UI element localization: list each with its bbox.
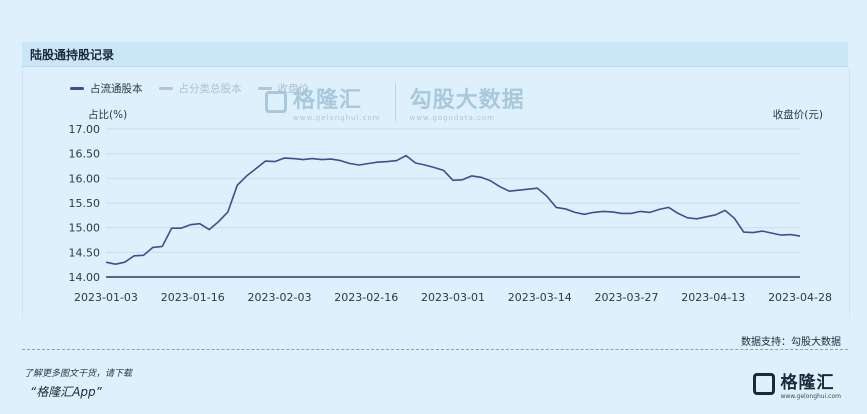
x-tick-label: 2023-02-03 <box>248 291 312 304</box>
y-tick-label: 14.50 <box>69 246 101 259</box>
brand-g-icon <box>753 373 776 395</box>
series-line <box>105 154 801 266</box>
y-tick-label: 15.50 <box>69 197 101 210</box>
x-tick-label: 2023-03-14 <box>508 291 572 304</box>
x-tick-label: 2023-03-01 <box>421 291 485 304</box>
brand-name: 格隆汇 <box>780 373 835 393</box>
x-tick-label: 2023-04-28 <box>768 291 832 304</box>
y-tick-label: 16.00 <box>69 172 101 185</box>
y-tick-label: 17.00 <box>69 123 101 136</box>
y-tick-label: 14.00 <box>69 271 101 284</box>
line-chart: 17.00 16.50 16.00 15.50 15.00 14.50 14.00 2023-… <box>69 123 833 304</box>
x-tick-label: 2023-03-27 <box>595 291 659 304</box>
footer-divider <box>22 349 848 350</box>
brand-url: www.gelonghui.com <box>780 393 841 400</box>
footer-app-name: “格隆汇App” <box>30 385 102 399</box>
x-tick-label: 2023-01-16 <box>161 291 225 304</box>
footer-note: 了解更多图文干货，请下载 <box>24 369 133 379</box>
y-tick-label: 15.00 <box>69 222 101 235</box>
x-tick-label: 2023-01-03 <box>74 291 138 304</box>
brand-logo: 格隆汇 www.gelonghui.com <box>753 368 841 400</box>
y-tick-label: 16.50 <box>69 148 101 161</box>
x-tick-label: 2023-04-13 <box>681 291 745 304</box>
x-tick-label: 2023-02-16 <box>334 291 398 304</box>
data-source: 数据支持：勾股大数据 <box>741 337 841 348</box>
